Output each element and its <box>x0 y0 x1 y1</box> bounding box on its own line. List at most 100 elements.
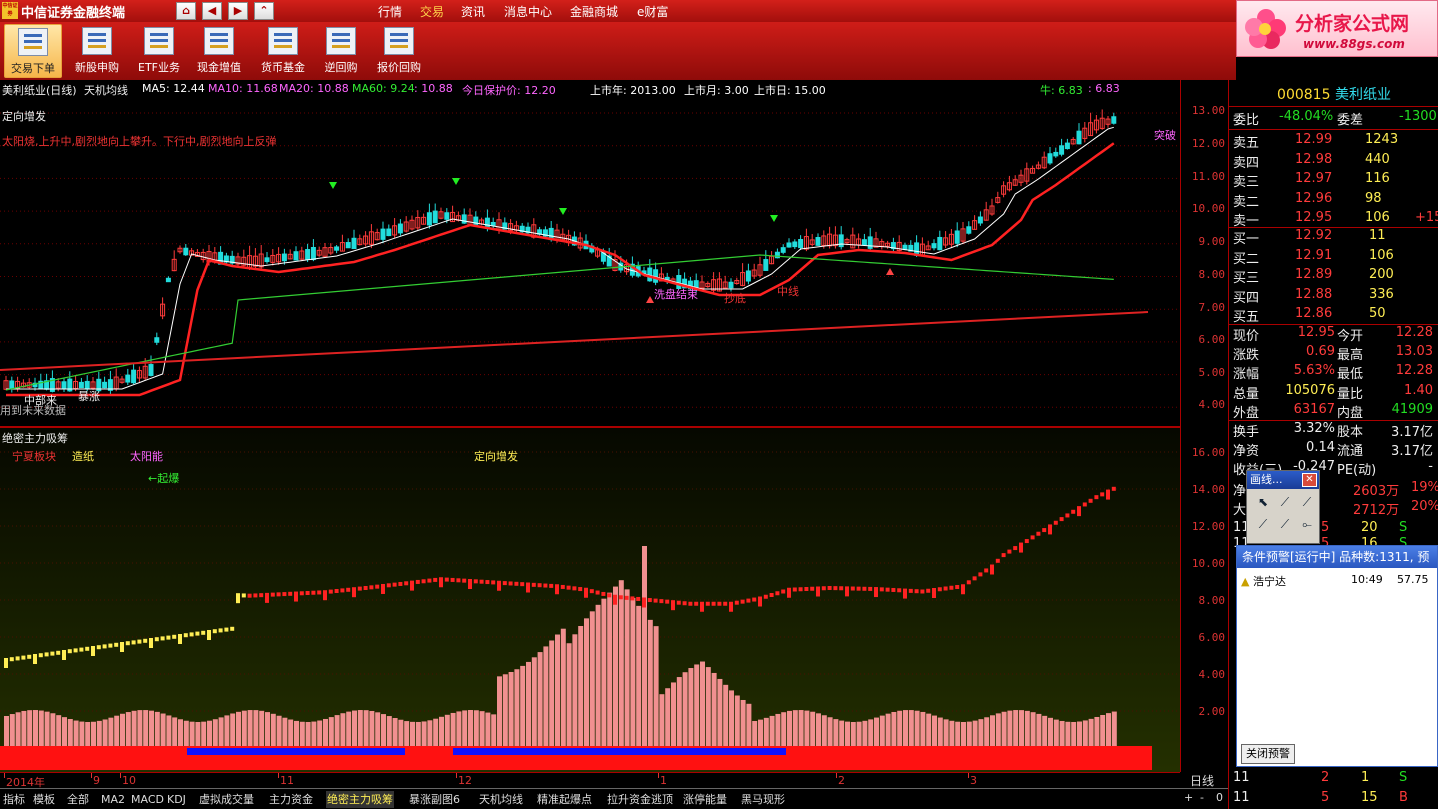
sub-candle <box>833 586 838 591</box>
tick-side: S <box>1399 520 1408 535</box>
legend-bull: 牛: 6.83 <box>1040 84 1083 97</box>
volume-bar <box>717 678 723 746</box>
volume-bar <box>839 720 845 746</box>
fundamental-row: 换手 3.32% 股本 3.17亿 <box>1229 421 1438 440</box>
menu-trade[interactable]: 交易 <box>420 3 444 20</box>
stat-value: 12.95 <box>1297 325 1335 340</box>
menu-messages[interactable]: 消息中心 <box>504 3 552 20</box>
candle-body <box>305 249 311 260</box>
trade-order-button[interactable]: 交易下单 <box>4 24 62 78</box>
volume-bar <box>665 688 671 746</box>
forward-icon[interactable]: ▶ <box>228 2 248 20</box>
candle-body <box>763 259 769 271</box>
ask-row: 卖二 12.96 98 <box>1229 191 1438 210</box>
brand-url[interactable]: www.88gs.com <box>1303 37 1405 51</box>
volume-bar <box>595 604 601 746</box>
stat-row: 现价 12.95 今开 12.28 <box>1229 325 1438 344</box>
indicator-tab[interactable]: 涨停能量 <box>682 791 728 808</box>
fund-icon <box>268 27 298 55</box>
condition-alert-window[interactable]: 条件预警[运行中] 品种数:1311, 预 ▲ 浩宁达 10:49 57.75 … <box>1236 545 1438 767</box>
stat-label: 涨跌 <box>1233 348 1260 364</box>
quote-repo-button[interactable]: 报价回购 <box>370 24 428 78</box>
collapse-icon[interactable]: ⌃ <box>254 2 274 20</box>
draw-tools-panel[interactable]: 画线... ✕ ⬉ ⟋ ⟋ ⟋ ⟋ ⟜ <box>1246 470 1320 544</box>
pointer-tool-icon[interactable]: ⬉ <box>1253 495 1273 513</box>
home-icon[interactable]: ⌂ <box>176 2 196 20</box>
indicator-tab[interactable]: 全部 <box>66 791 90 808</box>
menu-quotes[interactable]: 行情 <box>378 3 402 20</box>
indicator-tab[interactable]: 暴涨副图6 <box>408 791 461 808</box>
stat-value: 0.14 <box>1306 440 1335 456</box>
line-tool-icon[interactable]: ⟋ <box>1275 495 1295 513</box>
indicator-tab[interactable]: MA2 <box>100 791 126 808</box>
main-chart-canvas[interactable] <box>0 80 1180 426</box>
sub-candle <box>1077 506 1081 517</box>
volume-bar <box>949 720 955 746</box>
y-axis: 13.00 12.00 11.00 10.00 9.00 8.00 7.00 6… <box>1180 80 1228 772</box>
sub-candle <box>885 587 890 592</box>
volume-bar <box>891 711 897 746</box>
period-label[interactable]: 日线 <box>1190 772 1214 789</box>
zoom-control-button[interactable]: + <box>1184 791 1193 804</box>
zoom-control-button[interactable]: 0 <box>1216 791 1223 804</box>
indicator-tab[interactable]: 精准起爆点 <box>536 791 593 808</box>
volume-bar <box>398 719 404 746</box>
volume-bar <box>67 719 73 746</box>
alert-list[interactable]: ▲ 浩宁达 10:49 57.75 <box>1237 568 1437 744</box>
indicator-tab[interactable]: 指标 <box>2 791 26 808</box>
volume-bar <box>798 710 804 746</box>
alert-title[interactable]: 条件预警[运行中] 品种数:1311, 预 <box>1237 546 1437 568</box>
volume-bar <box>792 710 798 746</box>
fund-button[interactable]: 货币基金 <box>254 24 312 78</box>
ask-label: 卖二 <box>1233 194 1260 210</box>
stat-row: 涨幅 5.63% 最低 12.28 <box>1229 363 1438 382</box>
menu-mall[interactable]: 金融商城 <box>570 3 618 20</box>
sub-candle <box>578 587 583 592</box>
volume-bar <box>195 721 201 746</box>
candle-body <box>293 251 299 261</box>
sub-candle <box>949 585 954 590</box>
volume-bar <box>44 711 50 746</box>
indicator-tab[interactable]: 主力资金 <box>268 791 314 808</box>
sub-candle <box>143 638 148 643</box>
menu-ewealth[interactable]: e财富 <box>637 3 668 20</box>
hline-tool-icon[interactable]: ⟜ <box>1297 517 1317 535</box>
indicator-tab[interactable]: MACD <box>130 791 165 808</box>
legend-extra: : 10.88 <box>414 82 453 95</box>
etf-button[interactable]: ETF业务 <box>130 24 188 78</box>
menu-news[interactable]: 资讯 <box>461 3 485 20</box>
indicator-tab[interactable]: 绝密主力吸筹 <box>326 791 394 808</box>
candle-body <box>61 381 67 389</box>
sub-candle <box>636 596 641 601</box>
indicator-tab[interactable]: 拉升资金逃顶 <box>606 791 674 808</box>
channel-tool-icon[interactable]: ⟋ <box>1275 517 1295 535</box>
ask-price: 12.98 <box>1295 151 1333 167</box>
ask-row: 卖四 12.98 440 <box>1229 152 1438 171</box>
candle-body <box>281 253 287 262</box>
indicator-tab[interactable]: 虚拟成交量 <box>198 791 255 808</box>
indicator-tab[interactable]: 黑马现形 <box>740 791 786 808</box>
legend-ma20: MA20: 10.88 <box>279 82 349 95</box>
volume-bar <box>189 721 195 746</box>
ray-tool-icon[interactable]: ⟋ <box>1297 495 1317 513</box>
indicator-tab[interactable]: 天机均线 <box>478 791 524 808</box>
close-alert-button[interactable]: 关闭预警 <box>1241 744 1295 764</box>
sub-candle <box>589 589 594 594</box>
indicator-tab[interactable]: 模板 <box>32 791 56 808</box>
segment-tool-icon[interactable]: ⟋ <box>1253 517 1273 535</box>
repo-button[interactable]: 逆回购 <box>312 24 370 78</box>
zoom-control-button[interactable]: - <box>1200 791 1204 804</box>
back-icon[interactable]: ◀ <box>202 2 222 20</box>
sub-candle <box>839 586 844 591</box>
indicator-tab[interactable]: KDJ <box>166 791 187 808</box>
alert-row[interactable]: ▲ 浩宁达 10:49 57.75 <box>1241 573 1435 589</box>
stat-value: 3.32% <box>1293 421 1335 436</box>
main-kline-chart[interactable] <box>0 80 1180 426</box>
ipo-button[interactable]: 新股申购 <box>68 24 126 78</box>
candle-body <box>902 244 908 250</box>
candle-body <box>1047 153 1053 164</box>
ask-label: 卖三 <box>1233 175 1260 190</box>
volume-bar <box>850 721 856 746</box>
cash-button[interactable]: 现金增值 <box>190 24 248 78</box>
close-icon[interactable]: ✕ <box>1302 473 1317 487</box>
